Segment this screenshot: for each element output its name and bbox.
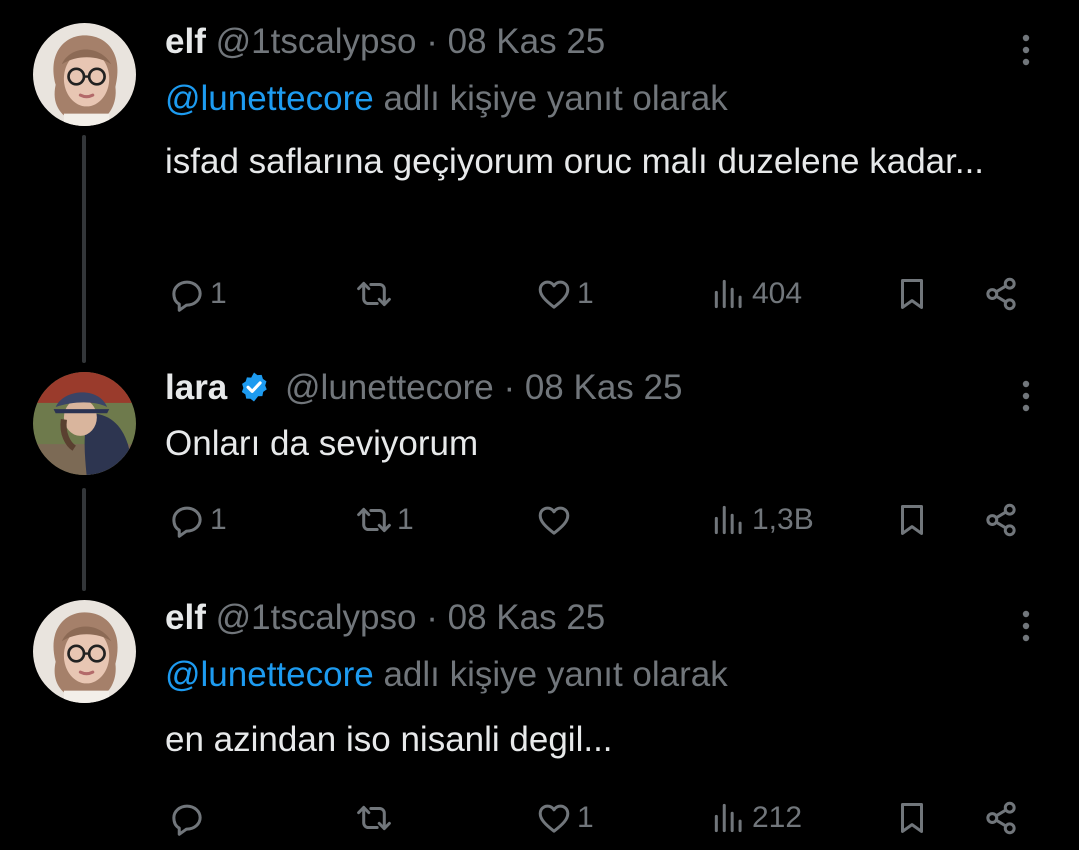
share-button[interactable] [982, 274, 1020, 314]
retweet-count: 1 [397, 503, 414, 536]
reply-count: 1 [210, 503, 227, 536]
share-icon [982, 501, 1020, 539]
tweet-header: elf @1tscalypso · 08 Kas 25 [165, 596, 605, 640]
like-button[interactable]: 1 [535, 798, 594, 838]
tweet-text: Onları da seviyorum [165, 424, 479, 463]
reply-icon [168, 799, 206, 837]
reply-button[interactable]: 1 [168, 274, 227, 314]
tweet-header: lara @lunettecore · 08 Kas 25 [165, 366, 682, 410]
separator: · [426, 22, 438, 61]
share-button[interactable] [982, 500, 1020, 540]
heart-icon [535, 501, 573, 539]
user-handle[interactable]: @1tscalypso [216, 598, 417, 637]
tweet-text: en azindan iso nisanli degil... [165, 720, 613, 759]
tweet[interactable]: lara @lunettecore · 08 Kas 25 Onları da … [0, 366, 1079, 576]
more-vertical-icon[interactable] [1020, 378, 1032, 414]
bookmark-button[interactable] [893, 500, 931, 540]
reply-count: 1 [210, 277, 227, 310]
tweet[interactable]: elf @1tscalypso · 08 Kas 25 @lunettecore… [0, 20, 1079, 340]
like-button[interactable]: 1 [535, 274, 594, 314]
user-handle[interactable]: @lunettecore [285, 368, 494, 407]
views-count: 212 [752, 801, 803, 834]
views-button[interactable]: 212 [710, 798, 802, 838]
bookmark-icon [893, 501, 931, 539]
display-name[interactable]: elf [165, 598, 206, 637]
tweet-text: isfad saflarına geçiyorum oruc malı duze… [165, 142, 985, 181]
tweet-date[interactable]: 08 Kas 25 [525, 368, 683, 407]
like-button[interactable] [535, 500, 577, 540]
retweet-icon [355, 799, 393, 837]
tweet-date[interactable]: 08 Kas 25 [448, 598, 606, 637]
bookmark-icon [893, 799, 931, 837]
views-icon [710, 275, 748, 313]
user-handle[interactable]: @1tscalypso [216, 22, 417, 61]
share-icon [982, 275, 1020, 313]
views-button[interactable]: 1,3B [710, 500, 814, 540]
separator: · [426, 598, 438, 637]
tweet-header: elf @1tscalypso · 08 Kas 25 [165, 20, 605, 64]
heart-icon [535, 275, 573, 313]
reply-button[interactable] [168, 798, 210, 838]
views-button[interactable]: 404 [710, 274, 802, 314]
retweet-icon [355, 501, 393, 539]
retweet-button[interactable] [355, 798, 397, 838]
views-icon [710, 799, 748, 837]
bookmark-button[interactable] [893, 274, 931, 314]
reply-suffix: adlı kişiye yanıt olarak [383, 655, 728, 694]
tweet-date[interactable]: 08 Kas 25 [448, 22, 606, 61]
reply-suffix: adlı kişiye yanıt olarak [383, 79, 728, 118]
avatar[interactable] [33, 600, 136, 703]
reply-icon [168, 275, 206, 313]
bookmark-button[interactable] [893, 798, 931, 838]
reply-context: @lunettecore adlı kişiye yanıt olarak [165, 653, 728, 697]
retweet-icon [355, 275, 393, 313]
reply-context: @lunettecore adlı kişiye yanıt olarak [165, 77, 728, 121]
share-button[interactable] [982, 798, 1020, 838]
reply-icon [168, 501, 206, 539]
display-name[interactable]: elf [165, 22, 206, 61]
avatar[interactable] [33, 372, 136, 475]
retweet-button[interactable] [355, 274, 397, 314]
more-vertical-icon[interactable] [1020, 608, 1032, 644]
reply-button[interactable]: 1 [168, 500, 227, 540]
verified-badge-icon[interactable] [237, 370, 271, 404]
views-count: 404 [752, 277, 803, 310]
reply-mention-link[interactable]: @lunettecore [165, 79, 374, 118]
views-icon [710, 501, 748, 539]
retweet-button[interactable]: 1 [355, 500, 414, 540]
like-count: 1 [577, 801, 594, 834]
like-count: 1 [577, 277, 594, 310]
share-icon [982, 799, 1020, 837]
avatar[interactable] [33, 23, 136, 126]
heart-icon [535, 799, 573, 837]
bookmark-icon [893, 275, 931, 313]
views-count: 1,3B [752, 503, 814, 536]
tweet[interactable]: elf @1tscalypso · 08 Kas 25 @lunettecore… [0, 596, 1079, 850]
display-name[interactable]: lara [165, 368, 227, 407]
more-vertical-icon[interactable] [1020, 32, 1032, 68]
separator: · [503, 368, 516, 407]
reply-mention-link[interactable]: @lunettecore [165, 655, 374, 694]
